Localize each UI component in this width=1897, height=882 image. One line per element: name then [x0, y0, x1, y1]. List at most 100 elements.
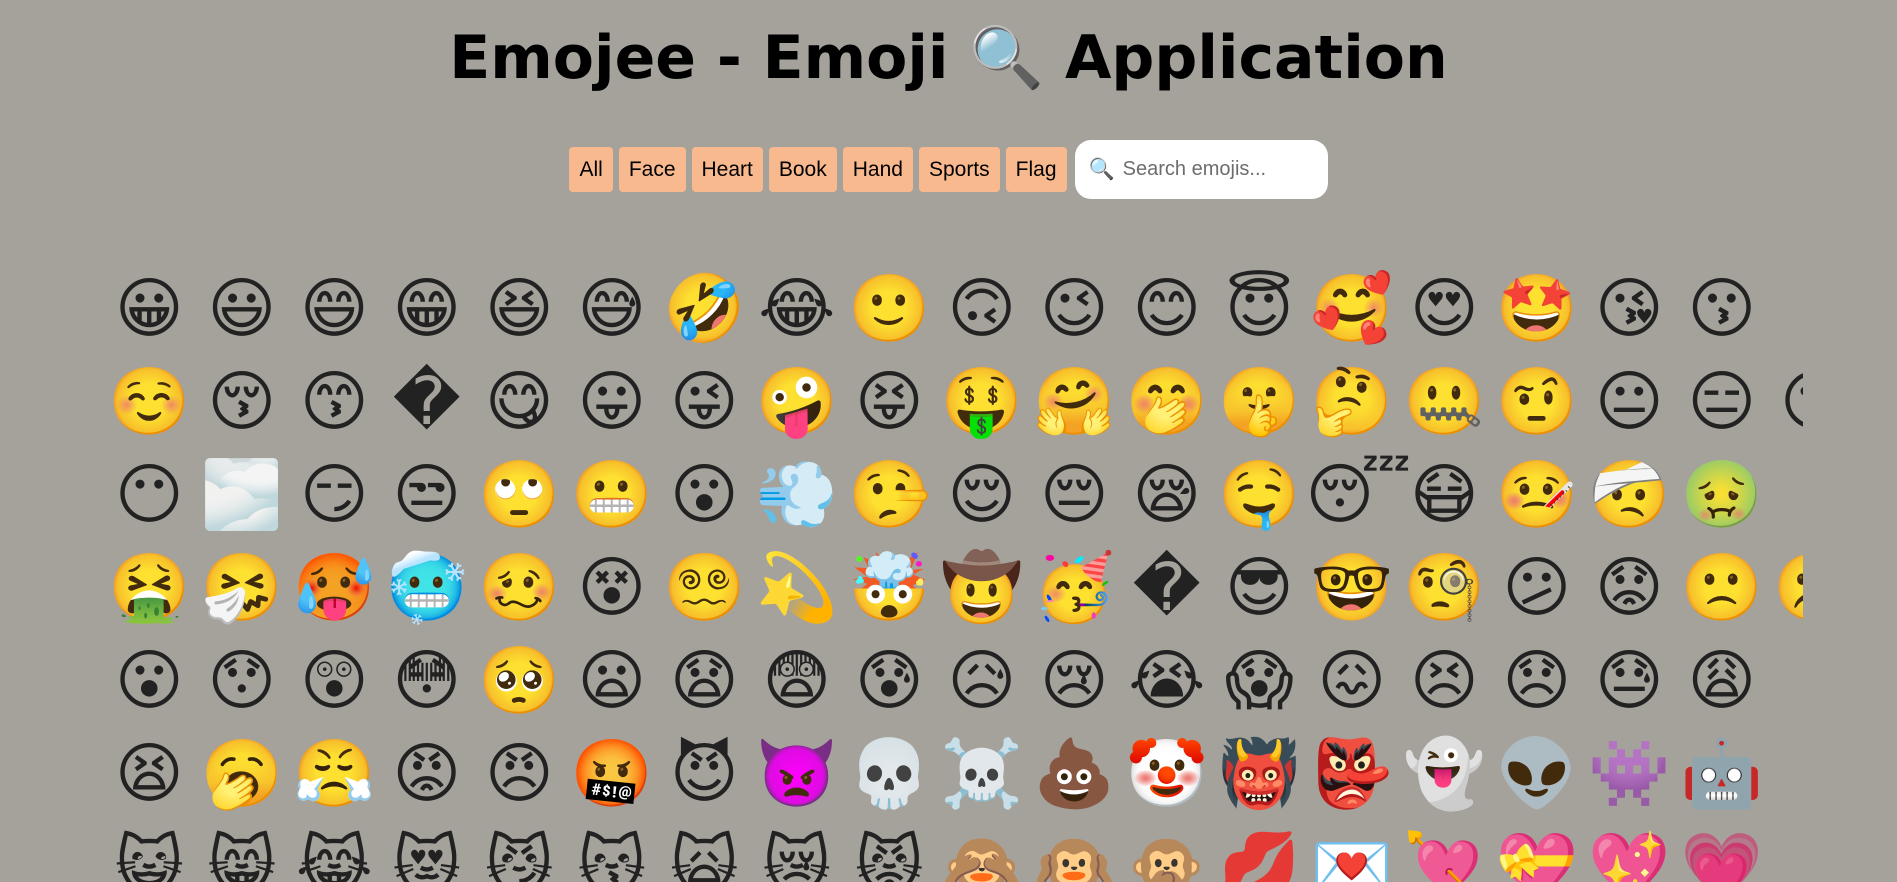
- emoji-item[interactable]: 🙈: [936, 820, 1029, 882]
- emoji-item[interactable]: 🤠: [936, 541, 1029, 634]
- emoji-item[interactable]: 👺: [1306, 727, 1399, 820]
- emoji-item[interactable]: 🤪: [751, 355, 844, 448]
- emoji-item[interactable]: 🤢: [1676, 448, 1769, 541]
- emoji-item[interactable]: 😘: [1583, 262, 1676, 355]
- emoji-item[interactable]: 😣: [1398, 634, 1491, 727]
- emoji-item[interactable]: 😧: [658, 634, 751, 727]
- emoji-item[interactable]: 😕: [1491, 541, 1584, 634]
- emoji-item[interactable]: 🤨: [1491, 355, 1584, 448]
- emoji-item[interactable]: 🥰: [1306, 262, 1399, 355]
- emoji-item[interactable]: 👾: [1583, 727, 1676, 820]
- emoji-item[interactable]: 😡: [381, 727, 474, 820]
- category-button-book[interactable]: Book: [768, 147, 837, 192]
- emoji-item[interactable]: 😩: [1676, 634, 1769, 727]
- emoji-item[interactable]: 💘: [1398, 820, 1491, 882]
- emoji-item[interactable]: 😵: [566, 541, 659, 634]
- emoji-item[interactable]: 😜: [658, 355, 751, 448]
- emoji-item[interactable]: ☠️: [936, 727, 1029, 820]
- emoji-item[interactable]: 😍: [1398, 262, 1491, 355]
- emoji-item[interactable]: 🥺: [473, 634, 566, 727]
- emoji-item[interactable]: 😢: [1028, 634, 1121, 727]
- emoji-item[interactable]: 💋: [1213, 820, 1306, 882]
- emoji-item[interactable]: 😤: [288, 727, 381, 820]
- emoji-item[interactable]: 🤤: [1213, 448, 1306, 541]
- emoji-item[interactable]: 😉: [1028, 262, 1121, 355]
- emoji-item[interactable]: 🙀: [658, 820, 751, 882]
- category-button-heart[interactable]: Heart: [691, 147, 763, 192]
- emoji-item[interactable]: 🤔: [1306, 355, 1399, 448]
- emoji-item[interactable]: 😚: [196, 355, 289, 448]
- emoji-item[interactable]: 😐: [1583, 355, 1676, 448]
- emoji-item[interactable]: 😁: [381, 262, 474, 355]
- emoji-item[interactable]: 💩: [1028, 727, 1121, 820]
- emoji-item[interactable]: 👻: [1398, 727, 1491, 820]
- emoji-item[interactable]: 🤡: [1121, 727, 1214, 820]
- emoji-item[interactable]: 😖: [1306, 634, 1399, 727]
- emoji-item[interactable]: 🤐: [1398, 355, 1491, 448]
- emoji-item[interactable]: 😗: [1676, 262, 1769, 355]
- emoji-item[interactable]: 👽: [1491, 727, 1584, 820]
- emoji-item[interactable]: 😬: [566, 448, 659, 541]
- emoji-item[interactable]: 😒: [381, 448, 474, 541]
- emoji-item[interactable]: 😽: [566, 820, 659, 882]
- emoji-item[interactable]: 😭: [1121, 634, 1214, 727]
- emoji-item[interactable]: 😪: [1121, 448, 1214, 541]
- emoji-item[interactable]: 🥳: [1028, 541, 1121, 634]
- category-button-sports[interactable]: Sports: [918, 147, 1000, 192]
- emoji-item[interactable]: 😱: [1213, 634, 1306, 727]
- emoji-item[interactable]: 😌: [936, 448, 1029, 541]
- emoji-item[interactable]: 🤭: [1121, 355, 1214, 448]
- emoji-item[interactable]: 😫: [103, 727, 196, 820]
- emoji-item[interactable]: 🤬: [566, 727, 659, 820]
- emoji-item[interactable]: 😀: [103, 262, 196, 355]
- emoji-item[interactable]: 😾: [843, 820, 936, 882]
- emoji-item[interactable]: 😴: [1306, 448, 1412, 541]
- category-button-all[interactable]: All: [569, 147, 613, 192]
- emoji-item[interactable]: 😻: [381, 820, 474, 882]
- emoji-item[interactable]: 😞: [1491, 634, 1584, 727]
- emoji-item[interactable]: 😸: [196, 820, 289, 882]
- emoji-item[interactable]: 😈: [658, 727, 751, 820]
- emoji-item[interactable]: 🌫️: [196, 448, 289, 541]
- emoji-item[interactable]: 🤗: [1028, 355, 1121, 448]
- emoji-item[interactable]: 🥵: [288, 541, 381, 634]
- emoji-item[interactable]: 💖: [1583, 820, 1676, 882]
- emoji-item[interactable]: 😥: [936, 634, 1029, 727]
- emoji-item[interactable]: 🤖: [1676, 727, 1769, 820]
- emoji-item[interactable]: 💫: [751, 541, 844, 634]
- emoji-item[interactable]: 😶: [1768, 355, 1803, 448]
- emoji-item[interactable]: 🥱: [196, 727, 289, 820]
- emoji-item[interactable]: 😛: [566, 355, 659, 448]
- emoji-item[interactable]: 🤕: [1583, 448, 1676, 541]
- emoji-item[interactable]: 🙊: [1121, 820, 1214, 882]
- emoji-item[interactable]: 😠: [473, 727, 566, 820]
- emoji-item[interactable]: ☺️: [103, 355, 196, 448]
- emoji-item[interactable]: 🤒: [1491, 448, 1584, 541]
- emoji-item[interactable]: 🥶: [381, 541, 474, 634]
- emoji-item[interactable]: 😋: [473, 355, 566, 448]
- emoji-item[interactable]: 😷: [1398, 448, 1491, 541]
- emoji-item[interactable]: 😏: [288, 448, 381, 541]
- emoji-item[interactable]: 😵‍💫: [658, 541, 751, 634]
- emoji-item[interactable]: 😄: [288, 262, 381, 355]
- emoji-item[interactable]: 😃: [196, 262, 289, 355]
- search-box[interactable]: 🔍: [1074, 140, 1328, 199]
- emoji-item[interactable]: 😑: [1676, 355, 1769, 448]
- emoji-item[interactable]: 🤫: [1213, 355, 1306, 448]
- emoji-item[interactable]: 🙃: [936, 262, 1029, 355]
- emoji-item[interactable]: 😮: [103, 634, 196, 727]
- emoji-item[interactable]: 🤑: [936, 355, 1029, 448]
- category-button-face[interactable]: Face: [618, 147, 686, 192]
- emoji-item[interactable]: 👹: [1213, 727, 1306, 820]
- emoji-item[interactable]: 👿: [751, 727, 844, 820]
- emoji-item[interactable]: 🤧: [196, 541, 289, 634]
- emoji-item[interactable]: 🤣: [658, 262, 751, 355]
- emoji-item[interactable]: 🙉: [1028, 820, 1121, 882]
- emoji-item[interactable]: 🤓: [1306, 541, 1399, 634]
- emoji-item[interactable]: 😲: [288, 634, 381, 727]
- category-button-flag[interactable]: Flag: [1005, 147, 1067, 192]
- emoji-item[interactable]: 😿: [751, 820, 844, 882]
- emoji-item[interactable]: 😊: [1121, 262, 1214, 355]
- emoji-item[interactable]: 😙: [288, 355, 381, 448]
- emoji-item[interactable]: 💝: [1491, 820, 1584, 882]
